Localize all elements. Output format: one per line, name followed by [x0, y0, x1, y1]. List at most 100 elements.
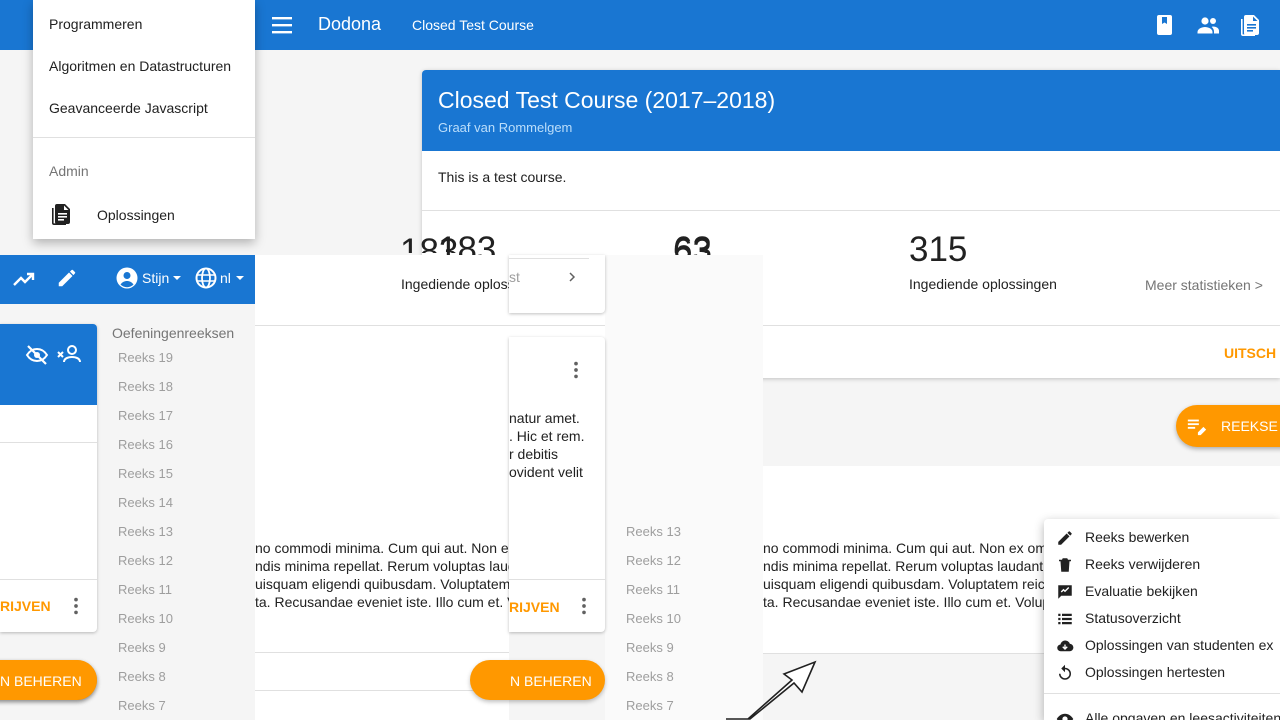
replay-icon	[1056, 664, 1074, 682]
pencil-icon[interactable]	[56, 267, 78, 289]
series-nav-item[interactable]: Reeks 8	[118, 669, 166, 684]
stat-label: Ingediende oplossingen	[909, 276, 1057, 292]
navigation-drawer: Programmeren Algoritmen en Datastructure…	[33, 0, 255, 239]
book-icon[interactable]	[1153, 13, 1177, 37]
series-register-button[interactable]: RIJVEN	[509, 599, 560, 615]
divider	[0, 579, 97, 580]
divider	[255, 652, 509, 653]
series-description-line: uisquam eligendi quibusdam. Voluptatem r…	[763, 576, 1048, 592]
series-nav-item[interactable]: Reeks 7	[118, 698, 166, 713]
secondary-toolbar: Stijn nl	[0, 255, 255, 304]
cloud-download-icon	[1056, 637, 1074, 655]
globe-icon[interactable]	[194, 266, 218, 290]
series-link-text: st	[509, 269, 520, 285]
series-nav-item[interactable]: Reeks 18	[118, 379, 173, 394]
course-card: Closed Test Course (2017–2018) Graaf van…	[422, 70, 1280, 378]
course-card-header: Closed Test Course (2017–2018) Graaf van…	[422, 70, 1280, 151]
series-nav-item[interactable]: Reeks 9	[626, 640, 674, 655]
divider	[422, 325, 1280, 326]
series-description-line: r debitis	[509, 446, 559, 462]
series-nav-item[interactable]: Reeks 10	[626, 611, 681, 626]
series-nav-item[interactable]: Reeks 15	[118, 466, 173, 481]
course-description: This is a test course.	[438, 169, 567, 185]
course-title: Closed Test Course (2017–2018)	[438, 87, 776, 113]
divider	[0, 442, 97, 443]
account-circle-icon[interactable]	[115, 266, 139, 290]
people-icon[interactable]	[1196, 13, 1220, 37]
cursor-arrow-icon	[726, 660, 818, 720]
menu-item-delete-series[interactable]: Reeks verwijderen	[1044, 551, 1280, 578]
series-register-button[interactable]: RIJVEN	[0, 598, 51, 614]
stat-value: 315	[909, 230, 968, 269]
drawer-item-solutions[interactable]: Oplossingen	[49, 202, 249, 228]
stat-value-clipped: 183	[400, 232, 459, 253]
series-panel	[255, 255, 509, 720]
caret-down-icon[interactable]	[235, 273, 245, 283]
menu-item-view-evaluation[interactable]: Evaluatie bekijken	[1044, 578, 1280, 605]
evaluation-icon	[1056, 583, 1074, 601]
series-nav-item[interactable]: Reeks 13	[118, 524, 173, 539]
series-nav-item[interactable]: Reeks 7	[626, 698, 674, 713]
more-vert-icon[interactable]	[573, 595, 595, 617]
series-description-line: ta. Recusandae eveniet iste. Illo cum et…	[763, 594, 1055, 610]
series-nav-item[interactable]: Reeks 17	[118, 408, 173, 423]
series-nav-item[interactable]: Reeks 11	[626, 582, 680, 597]
pencil-icon	[1056, 529, 1074, 547]
drawer-section-header: Admin	[49, 163, 89, 179]
series-nav-item[interactable]: Reeks 8	[626, 669, 674, 684]
trash-icon	[1056, 556, 1074, 574]
stat-label: Ingediende oplossingen	[401, 276, 509, 292]
more-vert-icon[interactable]	[565, 359, 587, 381]
series-nav-item[interactable]: Reeks 12	[626, 553, 681, 568]
menu-item-status-overview[interactable]: Statusoverzicht	[1044, 605, 1280, 632]
series-nav-item[interactable]: Reeks 9	[118, 640, 166, 655]
divider	[509, 579, 605, 580]
language-menu-label[interactable]: nl	[220, 270, 231, 286]
menu-item-retest-solutions[interactable]: Oplossingen hertesten	[1044, 659, 1280, 686]
person-remove-icon[interactable]	[57, 342, 83, 366]
trending-up-icon[interactable]	[12, 267, 36, 291]
series-nav-header: Oefeningenreeksen	[112, 325, 235, 341]
divider	[255, 690, 509, 691]
series-nav-item[interactable]: Reeks 19	[118, 350, 173, 365]
series-nav-item[interactable]: Reeks 12	[118, 553, 173, 568]
drawer-item-course[interactable]: Programmeren	[49, 16, 247, 32]
series-nav-item[interactable]: Reeks 11	[118, 582, 172, 597]
menu-icon[interactable]	[270, 14, 294, 36]
caret-down-icon[interactable]	[172, 273, 182, 283]
manage-series-button[interactable]: N BEHEREN	[0, 660, 97, 700]
series-description-line: ndis minima repellat. Rerum voluptas lau…	[255, 558, 509, 574]
series-description-line: no commodi minima. Cum qui aut. Non ex o…	[763, 540, 1059, 556]
menu-item-edit-series[interactable]: Reeks bewerken	[1044, 524, 1280, 551]
drawer-item-label: Oplossingen	[97, 207, 175, 223]
series-nav-item[interactable]: Reeks 16	[118, 437, 173, 452]
series-nav-item[interactable]: Reeks 13	[626, 524, 681, 539]
stat-value-clipped: 63	[673, 232, 712, 253]
more-statistics-link[interactable]: Meer statistieken >	[1145, 277, 1263, 293]
series-card: natur amet. . Hic et rem. r debitis ovid…	[509, 337, 605, 632]
series-description-line: ta. Recusandae eveniet iste. Illo cum et…	[255, 594, 509, 610]
menu-item-all-exercises[interactable]: Alle opgaven en leesactiviteiten	[1044, 705, 1280, 720]
series-nav-item[interactable]: Reeks 14	[118, 495, 173, 510]
divider	[422, 210, 1280, 211]
chevron-right-icon[interactable]	[564, 269, 580, 285]
user-menu-label[interactable]: Stijn	[142, 270, 169, 286]
series-description-line: uisquam eligendi quibusdam. Voluptatem	[255, 576, 509, 592]
series-description-line: . Hic et rem.	[509, 428, 585, 444]
manage-series-button[interactable]: N BEHEREN	[470, 660, 605, 700]
series-fab-button[interactable]: REEKSE	[1176, 405, 1280, 447]
series-link-card[interactable]: st	[509, 255, 605, 313]
more-vert-icon[interactable]	[65, 595, 87, 617]
menu-item-export-solutions[interactable]: Oplossingen van studenten ex	[1044, 632, 1280, 659]
series-nav-item[interactable]: Reeks 10	[118, 611, 173, 626]
breadcrumb-course[interactable]: Closed Test Course	[412, 17, 534, 33]
unsubscribe-button[interactable]: UITSCH	[1224, 345, 1276, 361]
series-description-line: ndis minima repellat. Rerum voluptas lau…	[763, 558, 1047, 574]
document-icon[interactable]	[1238, 13, 1262, 37]
course-teacher: Graaf van Rommelgem	[438, 120, 573, 135]
series-description-line: natur amet.	[509, 410, 580, 426]
drawer-item-course[interactable]: Geavanceerde Javascript	[49, 100, 247, 116]
drawer-item-course[interactable]: Algoritmen en Datastructuren	[49, 58, 247, 74]
visibility-off-icon[interactable]	[25, 343, 49, 367]
app-brand[interactable]: Dodona	[318, 14, 381, 35]
